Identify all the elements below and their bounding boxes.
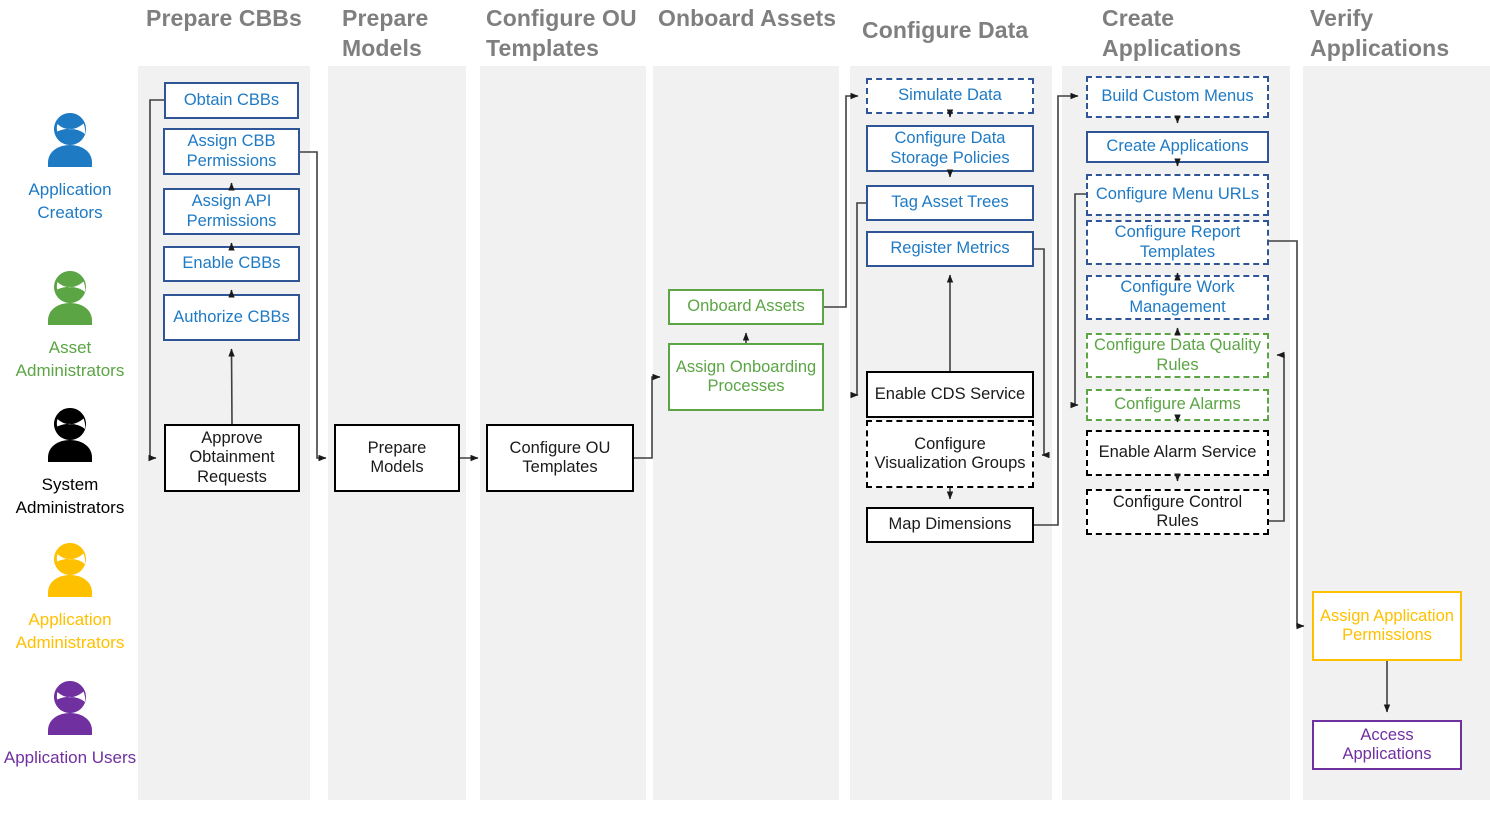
swimlane-band-6 (1303, 66, 1490, 800)
process-box-enable-cbbs[interactable]: Enable CBBs (163, 246, 300, 282)
process-box-configure-ou[interactable]: Configure OU Templates (486, 424, 634, 492)
phase-title-0: Prepare CBBs (146, 5, 302, 31)
process-box-assign-app-perms[interactable]: Assign Application Permissions (1312, 591, 1462, 661)
actor-label-1: Asset Administrators (15, 338, 125, 380)
phase-title-1: Prepare Models (342, 5, 429, 61)
process-box-config-report-tmpl[interactable]: Configure Report Templates (1086, 220, 1269, 265)
person-icon (0, 268, 140, 331)
actor-label-0: Application Creators (28, 180, 112, 222)
process-box-access-applications[interactable]: Access Applications (1312, 720, 1462, 770)
person-icon (0, 678, 140, 741)
phase-title-6: Verify Applications (1310, 5, 1450, 61)
process-box-config-data-quality[interactable]: Configure Data Quality Rules (1086, 333, 1269, 378)
process-box-config-menu-urls[interactable]: Configure Menu URLs (1086, 174, 1269, 216)
process-box-assign-api-perms[interactable]: Assign API Permissions (163, 188, 300, 235)
process-box-assign-cbb-perms[interactable]: Assign CBB Permissions (163, 128, 300, 175)
process-box-config-work-mgmt[interactable]: Configure Work Management (1086, 275, 1269, 320)
process-box-config-viz-groups[interactable]: Configure Visualization Groups (866, 420, 1034, 488)
phase-title-3: Onboard Assets (658, 5, 837, 31)
actor-4: Application Users (0, 678, 140, 770)
actor-1: Asset Administrators (0, 268, 140, 382)
person-icon (0, 540, 140, 603)
process-box-approve-obtainment[interactable]: Approve Obtainment Requests (164, 424, 300, 492)
process-box-build-custom-menus[interactable]: Build Custom Menus (1086, 76, 1269, 118)
actor-label-3: Application Administrators (15, 610, 125, 652)
process-box-prepare-models[interactable]: Prepare Models (334, 424, 460, 492)
process-box-tag-asset-trees[interactable]: Tag Asset Trees (866, 185, 1034, 221)
process-box-config-data-storage[interactable]: Configure Data Storage Policies (866, 125, 1034, 172)
actor-label-2: System Administrators (15, 475, 125, 517)
actor-3: Application Administrators (0, 540, 140, 654)
swimlane-band-3 (653, 66, 839, 800)
process-box-config-alarms[interactable]: Configure Alarms (1086, 389, 1269, 421)
actor-0: Application Creators (0, 110, 140, 224)
process-box-obtain-cbbs[interactable]: Obtain CBBs (164, 82, 299, 119)
process-box-enable-alarm-svc[interactable]: Enable Alarm Service (1086, 430, 1269, 476)
phase-title-4: Configure Data (862, 17, 1029, 43)
process-box-authorize-cbbs[interactable]: Authorize CBBs (163, 294, 300, 341)
process-box-simulate-data[interactable]: Simulate Data (866, 78, 1034, 114)
process-box-register-metrics[interactable]: Register Metrics (866, 231, 1034, 267)
person-icon (0, 110, 140, 173)
process-box-create-applications[interactable]: Create Applications (1086, 131, 1269, 163)
process-box-onboard-assets[interactable]: Onboard Assets (668, 289, 824, 325)
phase-title-5: Create Applications (1102, 5, 1242, 61)
process-box-map-dimensions[interactable]: Map Dimensions (866, 507, 1034, 543)
process-box-enable-cds[interactable]: Enable CDS Service (866, 371, 1034, 418)
actor-label-4: Application Users (3, 748, 137, 767)
actor-2: System Administrators (0, 405, 140, 519)
process-box-assign-onboarding[interactable]: Assign Onboarding Processes (668, 343, 824, 411)
phase-title-2: Configure OU Templates (486, 5, 637, 61)
person-icon (0, 405, 140, 468)
process-box-config-control-rules[interactable]: Configure Control Rules (1086, 489, 1269, 535)
